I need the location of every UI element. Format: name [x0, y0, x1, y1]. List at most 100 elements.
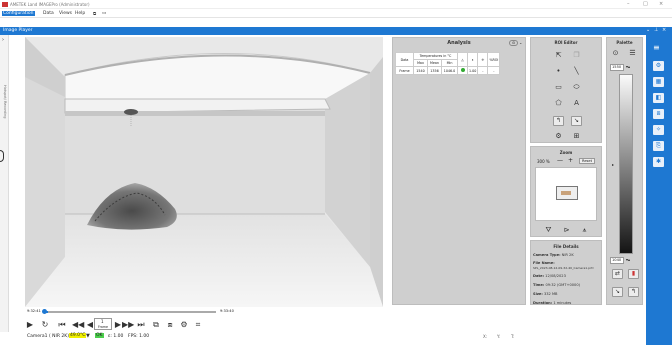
time-label: Time:	[533, 283, 545, 287]
menu-bar: Configuration Data Views Help ⧉ ▭	[0, 9, 672, 18]
fps-status: FPS: 1.00	[128, 334, 150, 339]
chevron-down-icon[interactable]: ⌄	[646, 27, 650, 33]
image-player-tab-strip: Image Player ⌄ ⊥ ×	[0, 27, 672, 35]
ellipse-icon[interactable]: ⬭	[571, 82, 582, 92]
loop-button[interactable]: ↻	[39, 319, 51, 331]
menu-help[interactable]: Help	[75, 11, 85, 16]
network-icon[interactable]: ⧉	[93, 11, 96, 17]
palette-max-stepper[interactable]: ▾▴	[626, 64, 630, 69]
settings-gear-icon[interactable]: ⚙	[553, 131, 564, 141]
palette-min-input[interactable]: 1040	[610, 257, 624, 264]
import-icon[interactable]: ↰	[553, 116, 564, 126]
thermal-image-viewer[interactable]	[25, 37, 383, 307]
zoom-reset-button[interactable]: Reset	[579, 158, 596, 164]
first-frame-button[interactable]: ⏮	[56, 319, 68, 331]
export-frames-button[interactable]: ⧈	[164, 319, 176, 331]
crop-button[interactable]: ⌗	[192, 319, 204, 331]
camera-select-icon[interactable]: ⊙	[509, 40, 518, 46]
flip-horizontal-icon[interactable]: ⊳	[561, 225, 572, 235]
menu-data[interactable]: Data	[43, 11, 54, 16]
thermal-image	[25, 37, 383, 307]
fast-forward-button[interactable]: ▶▶	[122, 319, 134, 331]
rectangle-icon[interactable]: ▭	[553, 82, 564, 92]
pin-icon[interactable]: ⊥	[654, 27, 658, 33]
size-value: 332 MB	[543, 292, 558, 296]
zoom-preview[interactable]	[535, 167, 597, 221]
y-coordinate: Y:	[497, 334, 501, 339]
right-toolbar: ≡ ⚙ ▦ ◧ ⧈ ✧ ⎘ ✱	[646, 35, 672, 345]
palette-max-input[interactable]: 1550	[610, 64, 624, 71]
zoom-level: 300 %	[537, 159, 550, 164]
display-icon[interactable]: ▭	[102, 11, 106, 16]
report-icon[interactable]: ⎘	[653, 141, 664, 151]
close-window-icon[interactable]: ×	[659, 1, 663, 7]
warning-triangle-icon: ▼	[86, 333, 90, 339]
text-icon[interactable]: A	[571, 98, 582, 108]
table-row[interactable]: Frame 1540 1356 1046.0 1.00 - -	[395, 66, 501, 75]
timeline-slider[interactable]	[44, 311, 216, 313]
zoom-viewport-box[interactable]	[556, 186, 578, 200]
analysis-tool-icon[interactable]: ✧	[653, 125, 664, 135]
rotate-image-icon[interactable]: ⛛	[543, 225, 554, 235]
x-coordinate: X:	[483, 334, 488, 339]
camera-status: Camera1 ( NIR 2K)	[27, 334, 69, 339]
palette-export-icon[interactable]: ↰	[628, 287, 639, 297]
frame-number[interactable]: 1	[101, 319, 104, 324]
date-value: 12/08/2023	[545, 274, 566, 278]
status-bar: Camera1 ( NIR 2K) 49.0°C ▼ OK ε: 1.00 FP…	[0, 332, 646, 347]
palette-select-icon[interactable]: ⊙	[610, 48, 621, 58]
analysis-title: Analysis	[447, 40, 471, 46]
export-image-button[interactable]: ⧉	[150, 319, 162, 331]
menu-configuration[interactable]: Configuration	[2, 11, 35, 16]
row-min: 1046.0	[441, 66, 458, 75]
close-tab-icon[interactable]: ×	[662, 27, 666, 33]
palette-list-icon[interactable]: ☰	[627, 48, 638, 58]
palette-tool-icon[interactable]: ◧	[653, 93, 664, 103]
maximize-icon[interactable]: □	[643, 1, 648, 7]
palette-color-icon[interactable]: ▮	[628, 269, 639, 279]
temperature-badge: 49.0°C	[69, 333, 87, 338]
copy-icon[interactable]: ❐	[571, 50, 582, 60]
roi-editor-title: ROI Editor	[554, 40, 578, 45]
hamburger-menu-icon[interactable]: ≡	[653, 43, 660, 52]
frame-stepper[interactable]: 1 Frame	[94, 318, 112, 330]
time-value: 09:32 (GMT+0000)	[545, 283, 581, 287]
row-mean: 1356	[427, 66, 442, 75]
player-settings-button[interactable]: ⚙	[178, 319, 190, 331]
zoom-in-button[interactable]: +	[568, 157, 573, 164]
title-bar: AMETEK Land IMAGEPro (Administrator) – □…	[0, 0, 672, 9]
status-dot-icon	[457, 66, 468, 75]
palette-color-bar[interactable]	[619, 74, 633, 254]
minimize-icon[interactable]: –	[627, 1, 630, 7]
play-button[interactable]: ▶	[24, 319, 36, 331]
palette-auto-scale-icon[interactable]: ⇄	[612, 269, 623, 279]
size-label: Size:	[533, 292, 543, 296]
tab-image-player[interactable]: Image Player	[3, 28, 33, 33]
file-details-panel: File Details Camera Type: NIR 2K File Na…	[530, 240, 602, 305]
point-icon[interactable]: •	[553, 66, 564, 76]
row-value-2: -	[487, 66, 501, 75]
side-tab-label[interactable]: Hotspot/ Recording	[3, 85, 7, 119]
export-icon[interactable]: ↘	[571, 116, 582, 126]
zoom-out-button[interactable]: —	[557, 157, 563, 164]
last-frame-button[interactable]: ⏭	[135, 319, 147, 331]
expand-chevron-icon[interactable]: ›	[2, 37, 4, 43]
image-tool-icon[interactable]: ⧈	[653, 109, 664, 119]
flip-vertical-icon[interactable]: ⩚	[579, 225, 590, 235]
analysis-dropdown-icon[interactable]: ⌄	[519, 40, 522, 45]
polygon-icon[interactable]: ⬠	[553, 98, 564, 108]
timeline-thumb[interactable]	[42, 309, 47, 314]
palette-marker-icon[interactable]: ▸	[612, 162, 614, 167]
camera-settings-icon[interactable]: ⚙	[653, 61, 664, 71]
line-icon[interactable]: ╲	[571, 66, 582, 76]
palette-min-stepper[interactable]: ▾▴	[626, 257, 630, 262]
layout-grid-icon[interactable]: ▦	[653, 77, 664, 87]
cursor-icon[interactable]: ⇱	[553, 50, 564, 60]
alarm-icon[interactable]: ✱	[653, 157, 664, 167]
grid-icon[interactable]: ⊞	[571, 131, 582, 141]
palette-import-icon[interactable]: ↘	[612, 287, 623, 297]
col-emissivity-icon: ε	[466, 52, 479, 67]
palette-panel: Palette ⊙ ☰ 1550 ▾▴ ▸ 1040 ▾▴ ⇄ ▮ ↘ ↰	[606, 37, 643, 305]
rewind-button[interactable]: ◀◀	[72, 319, 84, 331]
menu-views[interactable]: Views	[59, 11, 72, 16]
